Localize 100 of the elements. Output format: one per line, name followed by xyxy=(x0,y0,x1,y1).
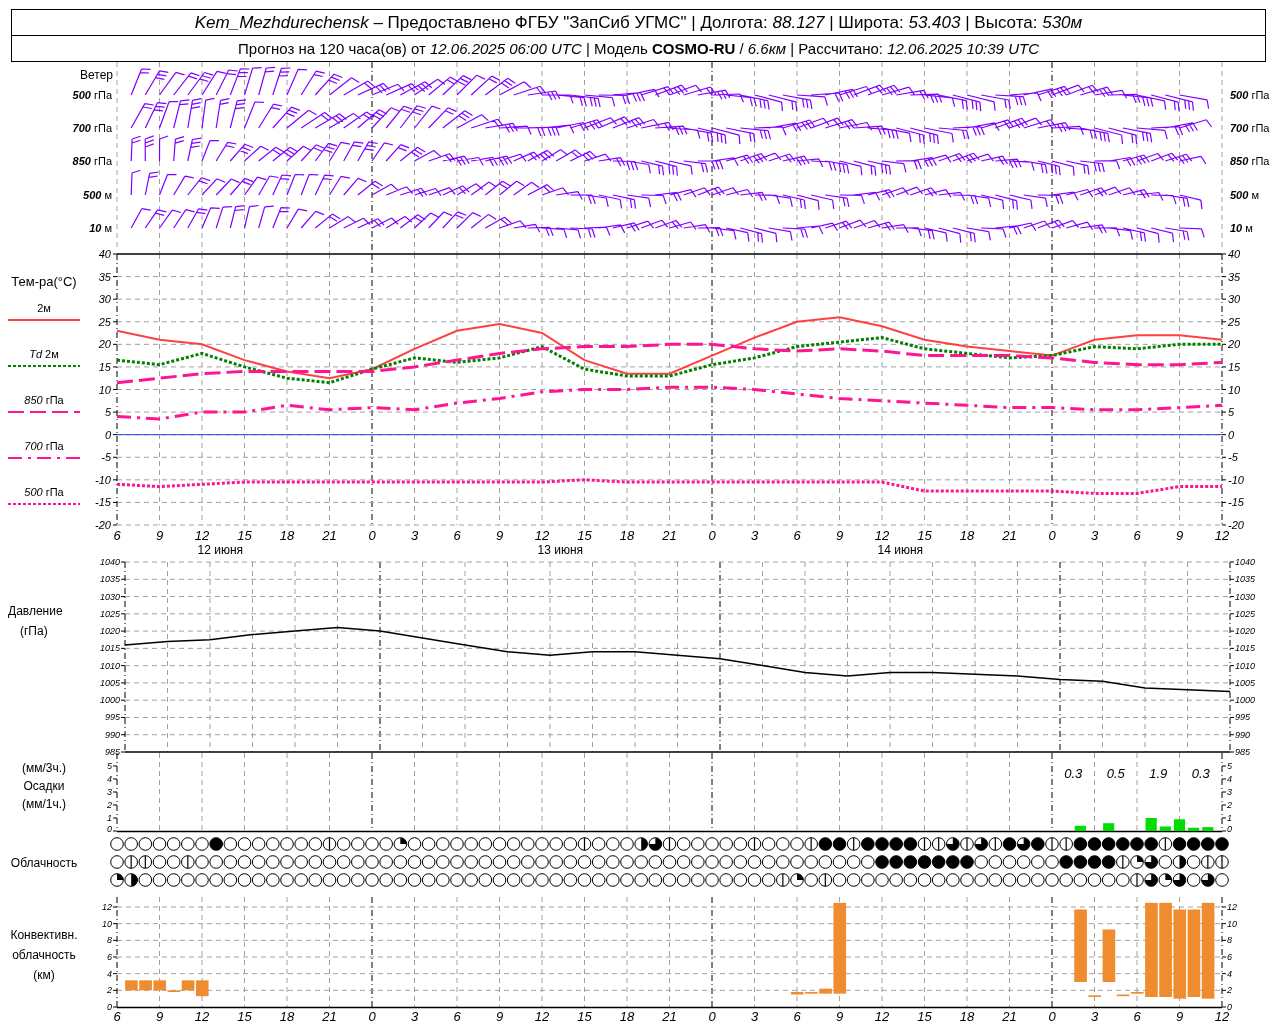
cloud-cover-icon xyxy=(152,873,167,887)
line-sample-icon xyxy=(8,409,80,415)
hour-label: 3 xyxy=(410,1009,419,1024)
cloud-cover-icon xyxy=(209,837,223,851)
axis-tick-label: 4 xyxy=(107,774,112,784)
cloud-cover-icon xyxy=(606,855,620,869)
cloud-cover-icon xyxy=(1130,873,1144,887)
cloud-cover-icon xyxy=(917,837,932,851)
hour-label: 6 xyxy=(453,1009,461,1024)
axis-tick-label: 0 xyxy=(104,428,111,441)
cloud-cover-icon xyxy=(492,837,507,851)
cloud-cover-icon xyxy=(336,855,351,869)
cloud-cover-icon xyxy=(634,855,648,869)
cloud-cover-icon xyxy=(181,837,195,851)
cloud-cover-icon xyxy=(308,873,323,887)
hour-label: 0 xyxy=(708,528,716,543)
cloud-cover-icon xyxy=(1031,837,1045,851)
axis-tick-label: 3 xyxy=(107,787,112,797)
cloud-cover-icon xyxy=(393,837,408,851)
hour-label: 18 xyxy=(959,528,975,543)
precipitation-bar xyxy=(1188,827,1200,831)
cloud-cover-icon xyxy=(903,855,918,869)
cloud-cover-icon xyxy=(251,855,266,869)
cloud-cover-icon xyxy=(733,873,748,887)
axis-tick-label: 1005 xyxy=(99,677,120,688)
cloud-cover-icon xyxy=(549,873,563,887)
axis-tick-label: 1010 xyxy=(99,660,120,671)
cloud-cover-icon xyxy=(747,837,762,851)
axis-tick-label: 0 xyxy=(107,824,112,834)
cloud-cover-icon xyxy=(549,837,563,851)
axis-tick-label: -15 xyxy=(95,496,111,509)
cloud-cover-icon xyxy=(875,837,889,851)
cloud-cover-icon xyxy=(974,873,988,887)
cloud-cover-icon xyxy=(1172,855,1187,869)
hour-label: 15 xyxy=(237,1009,252,1024)
cloud-cover-icon xyxy=(195,837,209,851)
cloud-cover-icon xyxy=(1215,855,1229,869)
level-label: 700 гПа xyxy=(1230,122,1270,134)
hour-label: 21 xyxy=(322,528,337,543)
cloud-cover-icon xyxy=(237,855,252,869)
cloud-cover-icon xyxy=(506,855,521,869)
cloud-cover-icon xyxy=(790,873,804,887)
cloud-cover-icon xyxy=(733,837,748,851)
hour-label: 3 xyxy=(1090,1009,1099,1024)
cloud-cover-icon xyxy=(591,855,606,869)
hour-label: 9 xyxy=(495,1009,504,1024)
cloud-cover-icon xyxy=(308,855,323,869)
axis-label: (мм/1ч.) xyxy=(21,796,67,813)
cloud-cover-icon xyxy=(1073,837,1088,851)
axis-tick-label: 4 xyxy=(107,968,112,979)
level-label: 850 гПа xyxy=(1230,155,1270,167)
axis-tick-label: 25 xyxy=(1228,315,1241,328)
date-label: 12 июня xyxy=(197,543,244,557)
axis-tick-label: 1 xyxy=(107,813,112,823)
cloud-cover-icon xyxy=(988,837,1003,851)
date-label: 13 июня xyxy=(537,543,584,557)
cloud-cover-icon xyxy=(436,855,450,869)
cloud-cover-icon xyxy=(676,873,691,887)
axis-tick-label: 985 xyxy=(104,747,120,757)
cloud-cover-icon xyxy=(577,873,592,887)
cloud-cover-icon xyxy=(917,873,932,887)
precipitation-total-label: 0.3 xyxy=(1191,766,1210,781)
axis-tick-label: -5 xyxy=(101,451,111,464)
cloud-cover-icon xyxy=(280,873,294,887)
axis-tick-label: -10 xyxy=(1228,473,1244,486)
cloud-cover-icon xyxy=(1201,837,1215,851)
cloud-cover-icon xyxy=(931,855,946,869)
axis-tick-label: 985 xyxy=(1235,747,1251,757)
cloud-cover-icon xyxy=(535,837,549,851)
axis-label: (мм/3ч.) xyxy=(21,760,67,777)
axis-label: Конвективн. xyxy=(10,927,78,944)
cloud-cover-icon xyxy=(1186,855,1201,869)
cloud-cover-icon xyxy=(521,837,535,851)
cloud-cover-icon xyxy=(294,855,308,869)
axis-tick-label: 2 xyxy=(1227,800,1232,810)
cloud-cover-icon xyxy=(691,837,705,851)
axis-tick-label: 2 xyxy=(107,985,112,996)
cloud-cover-icon xyxy=(1158,855,1173,869)
cloud-cover-icon xyxy=(450,873,464,887)
cloud-cover-icon xyxy=(691,855,705,869)
hour-label: 15 xyxy=(577,528,592,543)
cloud-cover-icon xyxy=(1045,837,1059,851)
cloud-cover-icon xyxy=(691,873,705,887)
cloud-cover-icon xyxy=(1144,873,1158,887)
cloud-cover-icon xyxy=(478,837,493,851)
axis-tick-label: 1040 xyxy=(99,557,120,567)
precipitation-bar xyxy=(1145,818,1157,831)
hour-label: 21 xyxy=(662,1009,677,1024)
cloud-cover-icon xyxy=(393,855,408,869)
cloud-cover-icon xyxy=(591,873,606,887)
cloud-cover-icon xyxy=(931,837,946,851)
axis-tick-label: 12 xyxy=(1227,902,1237,912)
axis-tick-label: 990 xyxy=(1235,729,1251,740)
hour-label: 18 xyxy=(959,1009,975,1024)
cloud-cover-icon xyxy=(436,873,450,887)
hour-label: 18 xyxy=(279,1009,295,1024)
cloud-cover-icon xyxy=(294,873,308,887)
cloud-cover-icon xyxy=(818,855,833,869)
cloud-cover-icon xyxy=(407,855,422,869)
cloud-cover-icon xyxy=(365,855,379,869)
